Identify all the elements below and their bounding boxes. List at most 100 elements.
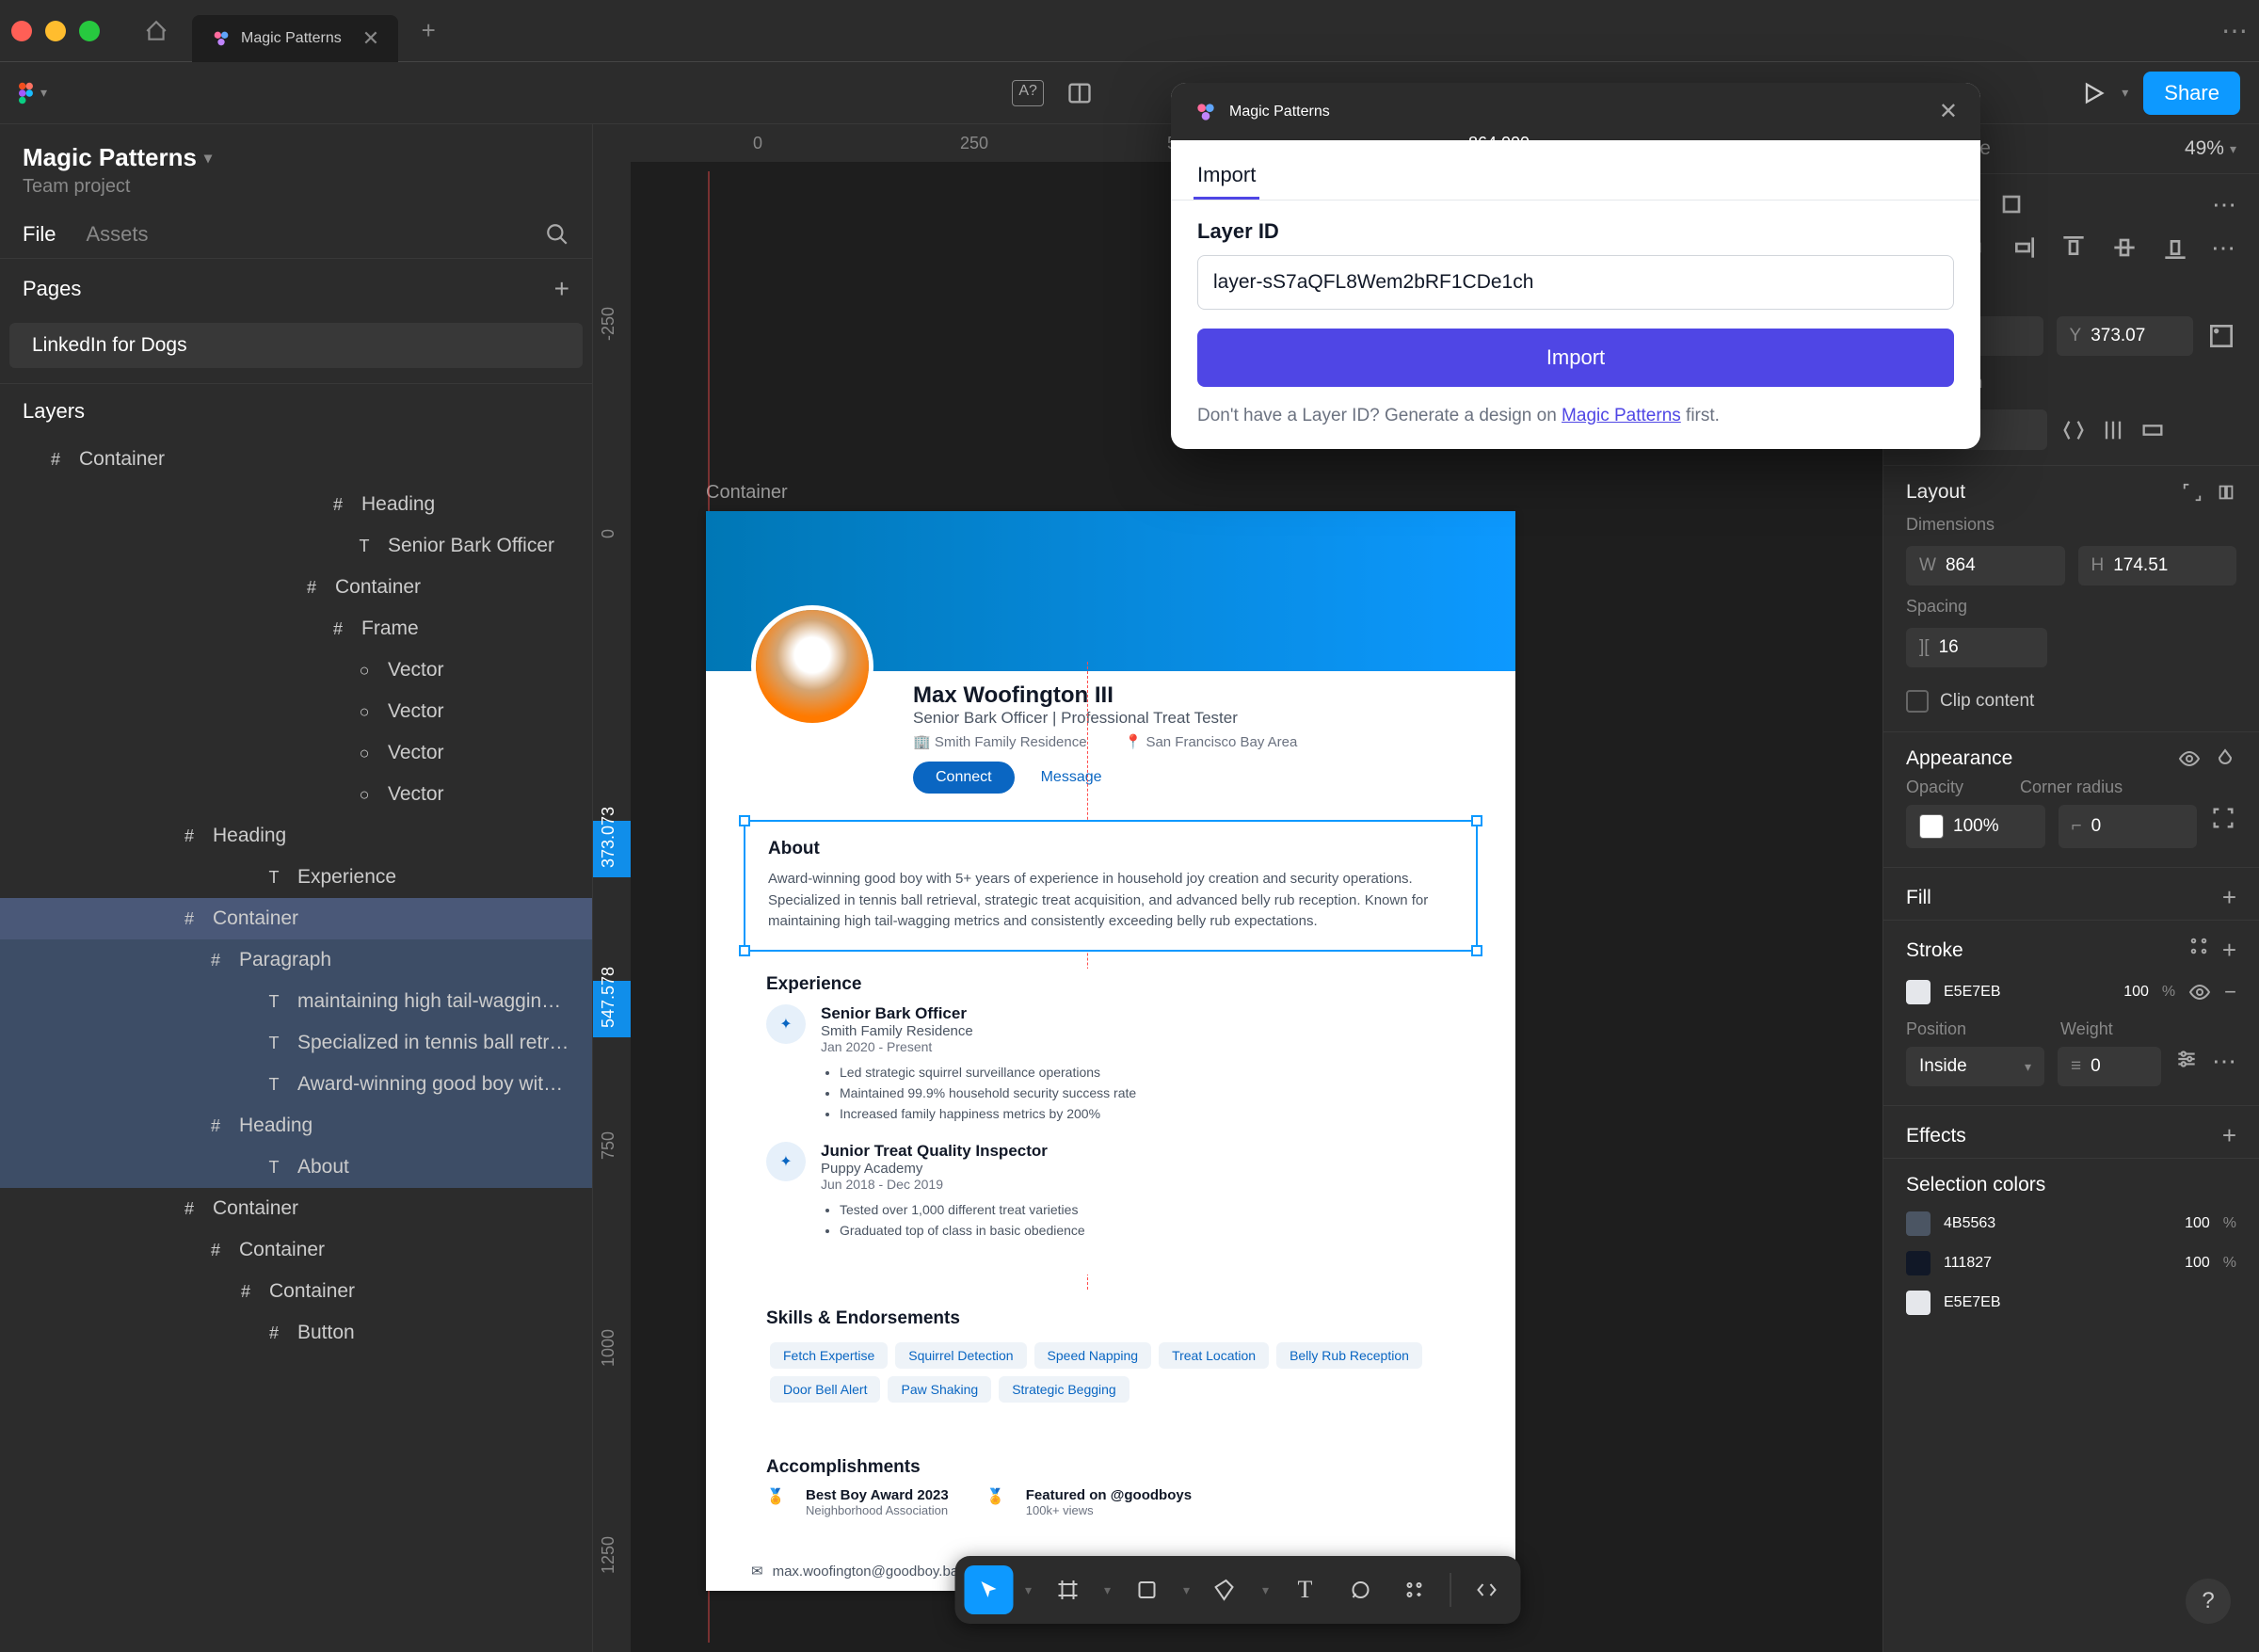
remove-stroke-button[interactable]: −: [2224, 980, 2236, 1004]
page-item[interactable]: LinkedIn for Dogs: [9, 323, 583, 368]
add-fill-button[interactable]: +: [2222, 883, 2236, 912]
share-button[interactable]: Share: [2143, 72, 2240, 115]
stroke-opacity[interactable]: 100: [2123, 984, 2149, 1001]
align-top-icon[interactable]: [2059, 233, 2089, 263]
layer-row[interactable]: #Heading: [0, 815, 592, 857]
layer-row[interactable]: #Container: [0, 567, 592, 608]
color-swatch[interactable]: [1906, 1211, 1931, 1236]
layer-row[interactable]: Tmaintaining high tail-wagging me...: [0, 981, 592, 1022]
eye-icon[interactable]: [2188, 981, 2211, 1003]
clip-content-checkbox[interactable]: [1906, 690, 1929, 713]
layer-row[interactable]: #Frame: [0, 608, 592, 650]
width-input[interactable]: W864: [1906, 546, 2065, 585]
color-hex[interactable]: 4B5563: [1944, 1215, 2171, 1232]
eye-icon[interactable]: [2178, 747, 2201, 770]
import-button[interactable]: Import: [1197, 329, 1954, 387]
layer-row[interactable]: TExperience: [0, 857, 592, 898]
layer-row[interactable]: #Container: [0, 898, 592, 939]
layer-row[interactable]: #Heading: [0, 484, 592, 525]
color-hex[interactable]: E5E7EB: [1944, 1294, 2236, 1311]
collapse-icon[interactable]: [2182, 482, 2203, 503]
import-tab[interactable]: Import: [1194, 153, 1259, 200]
align-right-icon[interactable]: [2008, 233, 2038, 263]
assets-tab-button[interactable]: Assets: [86, 222, 148, 247]
zoom-display[interactable]: 49%▾: [2185, 137, 2236, 160]
artboard-label[interactable]: Container: [706, 482, 1873, 504]
layer-row[interactable]: #Container: [0, 1229, 592, 1271]
y-input[interactable]: Y373.07: [2057, 316, 2194, 356]
actions-tool[interactable]: [1390, 1565, 1439, 1614]
layer-id-input[interactable]: [1197, 255, 1954, 310]
align-square-icon[interactable]: [1996, 189, 2027, 219]
minimize-window-button[interactable]: [45, 21, 66, 41]
layer-row[interactable]: #Paragraph: [0, 939, 592, 981]
add-effect-button[interactable]: +: [2222, 1121, 2236, 1150]
dev-mode-tool[interactable]: [1463, 1565, 1512, 1614]
stroke-settings-icon[interactable]: [2174, 1047, 2199, 1071]
height-input[interactable]: H174.51: [2078, 546, 2237, 585]
play-chevron-icon[interactable]: ▾: [2122, 85, 2128, 101]
color-opacity[interactable]: 100: [2185, 1255, 2210, 1272]
spacing-input[interactable]: ]​[16: [1906, 628, 2047, 667]
add-stroke-button[interactable]: +: [2222, 936, 2236, 965]
artboard[interactable]: Max Woofington III Senior Bark Officer |…: [706, 511, 1515, 1591]
file-tab-button[interactable]: File: [23, 222, 56, 247]
more-icon[interactable]: ⋯: [2211, 233, 2235, 263]
color-swatch[interactable]: [1906, 1251, 1931, 1275]
maximize-window-button[interactable]: [79, 21, 100, 41]
layer-row[interactable]: #Heading: [0, 1105, 592, 1147]
more-icon[interactable]: ⋯: [2212, 190, 2236, 219]
stroke-more-icon[interactable]: ⋯: [2212, 1047, 2236, 1086]
flip-h-icon[interactable]: [2060, 417, 2087, 443]
layer-row[interactable]: ○Vector: [0, 774, 592, 815]
align-vcenter-icon[interactable]: [2109, 233, 2139, 263]
stroke-style-icon[interactable]: [2188, 936, 2209, 956]
color-swatch[interactable]: [1906, 1291, 1931, 1315]
droplet-icon[interactable]: [2214, 747, 2236, 770]
chevron-down-icon[interactable]: ▾: [1178, 1565, 1196, 1614]
layer-row[interactable]: ○Vector: [0, 650, 592, 691]
close-modal-button[interactable]: ✕: [1939, 98, 1958, 125]
layer-row[interactable]: TAbout: [0, 1147, 592, 1188]
panel-toggle-icon[interactable]: [1066, 80, 1093, 106]
close-tab-icon[interactable]: ✕: [362, 26, 379, 51]
a-icon[interactable]: A?: [1012, 80, 1044, 106]
chevron-down-icon[interactable]: ▾: [1098, 1565, 1117, 1614]
play-icon[interactable]: [2080, 80, 2107, 106]
layer-row[interactable]: # Container: [0, 439, 592, 480]
file-tab[interactable]: Magic Patterns ✕: [192, 15, 398, 62]
corner-radius-input[interactable]: ⌐0: [2059, 805, 2198, 848]
layer-row[interactable]: ○Vector: [0, 732, 592, 774]
color-opacity[interactable]: 100: [2185, 1215, 2210, 1232]
figma-menu[interactable]: ▾: [19, 76, 47, 110]
overflow-menu-icon[interactable]: ⋯: [2221, 15, 2248, 46]
opacity-input[interactable]: 100%: [1906, 805, 2045, 848]
comment-tool[interactable]: [1336, 1565, 1385, 1614]
project-title[interactable]: Magic Patterns ▾: [23, 143, 569, 172]
layer-row[interactable]: TSpecialized in tennis ball retrieva...: [0, 1022, 592, 1064]
layer-row[interactable]: ○Vector: [0, 691, 592, 732]
layer-row[interactable]: #Container: [0, 1271, 592, 1312]
expand-corners-icon[interactable]: [2210, 805, 2236, 831]
layout-grid-icon[interactable]: [2216, 482, 2236, 503]
about-section[interactable]: About Award-winning good boy with 5+ yea…: [744, 820, 1478, 952]
flip-v-icon[interactable]: [2100, 417, 2126, 443]
text-tool[interactable]: T: [1281, 1565, 1330, 1614]
message-button[interactable]: Message: [1030, 762, 1113, 794]
layer-row[interactable]: TAward-winning good boy with 5+...: [0, 1064, 592, 1105]
search-icon[interactable]: [545, 222, 569, 247]
new-tab-button[interactable]: +: [409, 16, 447, 45]
color-hex[interactable]: 111827: [1944, 1255, 2171, 1272]
align-bottom-icon[interactable]: [2160, 233, 2190, 263]
layer-row[interactable]: #Container: [0, 1188, 592, 1229]
stroke-hex[interactable]: E5E7EB: [1944, 984, 2110, 1001]
connect-button[interactable]: Connect: [913, 762, 1015, 794]
stroke-swatch[interactable]: [1906, 980, 1931, 1004]
add-page-button[interactable]: +: [554, 274, 569, 304]
stroke-weight-input[interactable]: ≡0: [2058, 1047, 2161, 1086]
stroke-position-select[interactable]: Inside▾: [1906, 1047, 2044, 1086]
magic-patterns-link[interactable]: Magic Patterns: [1562, 406, 1681, 425]
move-tool[interactable]: [965, 1565, 1014, 1614]
shape-tool[interactable]: [1123, 1565, 1172, 1614]
chevron-down-icon[interactable]: ▾: [1257, 1565, 1275, 1614]
